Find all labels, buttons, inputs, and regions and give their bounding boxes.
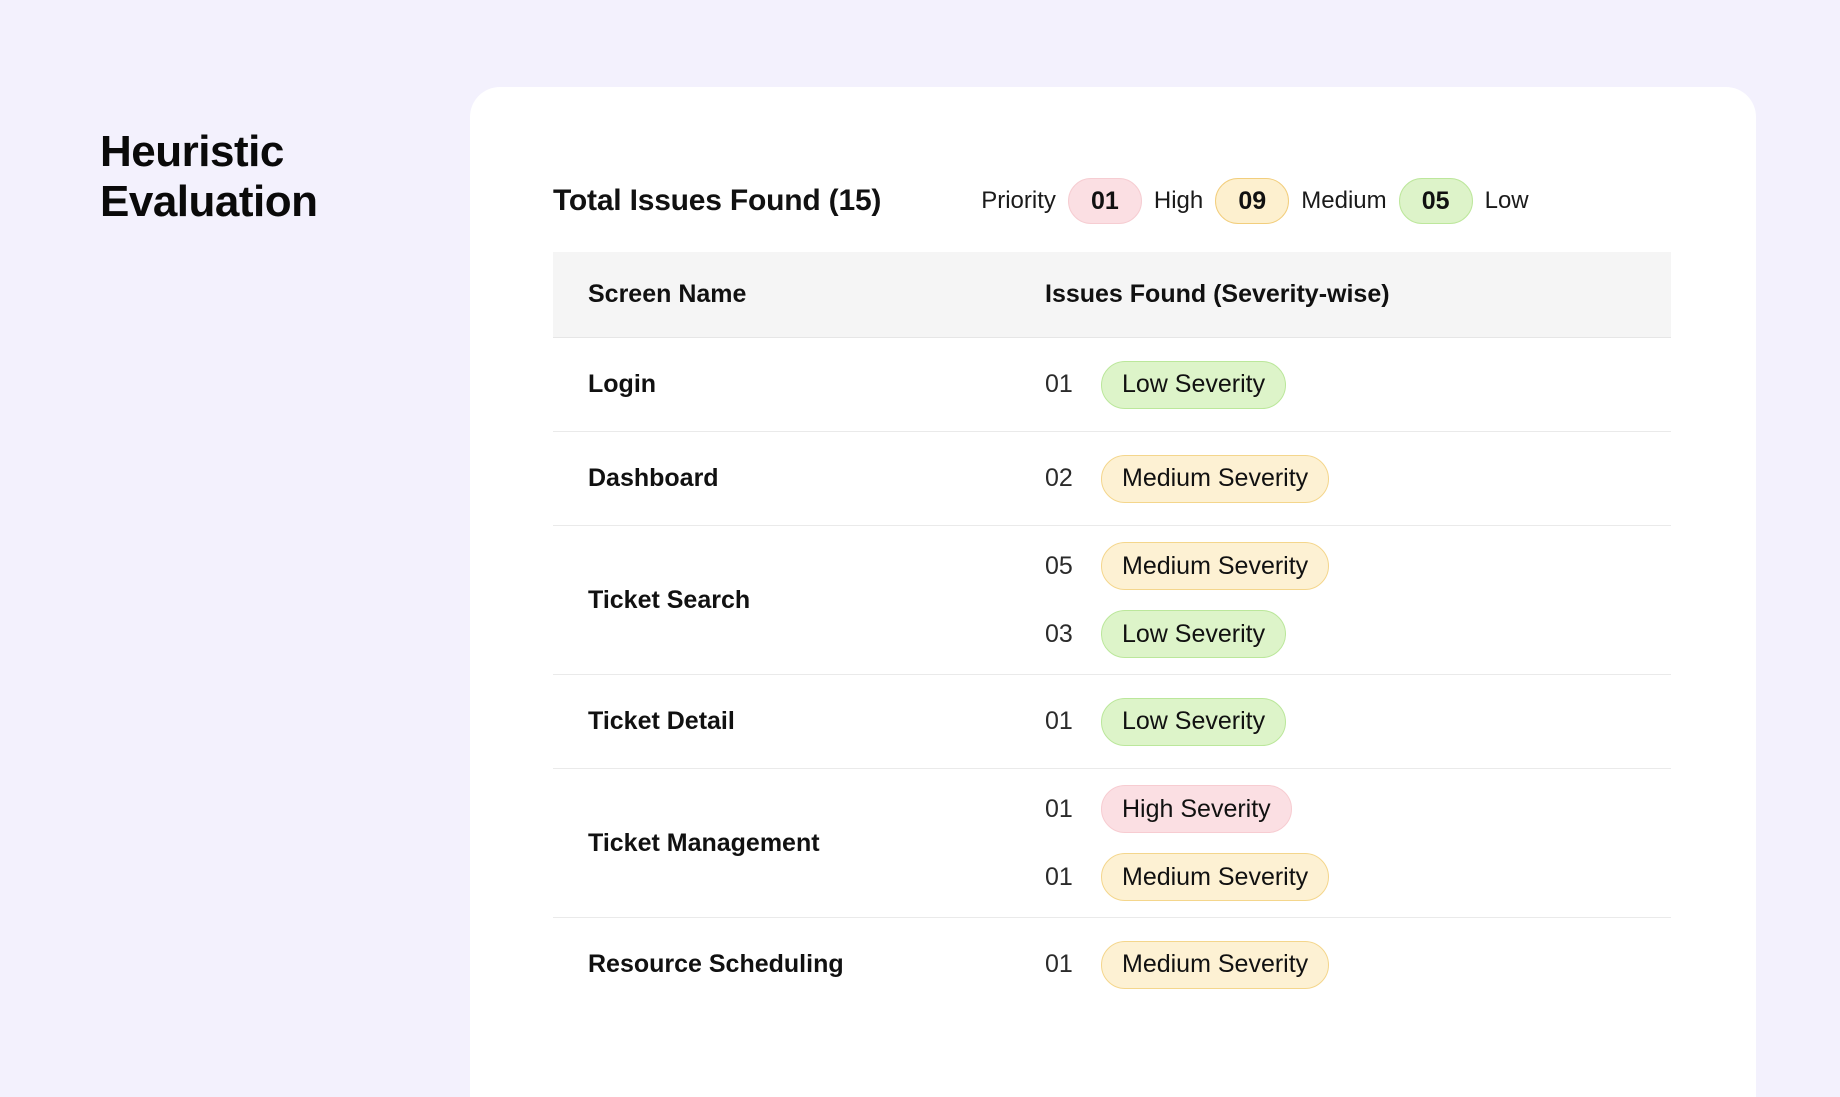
issue-entry: 01 Medium Severity: [1045, 853, 1671, 901]
issue-count: 01: [1045, 707, 1073, 735]
screen-name-cell: Ticket Detail: [588, 707, 735, 735]
severity-badge: Medium Severity: [1101, 542, 1330, 590]
severity-badge: Low Severity: [1101, 610, 1287, 658]
issue-count: 05: [1045, 551, 1073, 580]
severity-badge: Medium Severity: [1101, 853, 1330, 901]
issue-entry: 01 High Severity: [1045, 785, 1671, 833]
issues-cell: 01 Low Severity: [1045, 345, 1671, 425]
table-row: Resource Scheduling 01 Medium Severity: [553, 918, 1671, 1011]
table-row: Ticket Management 01 High Severity 01 Medium…: [553, 769, 1671, 918]
page-title: Heuristic Evaluation: [100, 127, 318, 226]
screen-name-cell: Login: [588, 370, 657, 398]
screen-name-cell: Ticket Management: [588, 828, 820, 857]
issue-entry: 01 Low Severity: [1045, 360, 1671, 409]
issue-count: 01: [1045, 950, 1073, 978]
issues-cell: 02 Medium Severity: [1045, 439, 1671, 519]
table-row: Ticket Search 05 Medium Severity 03 Low Seve…: [553, 526, 1671, 675]
screen-name-cell: Ticket Search: [588, 585, 751, 614]
issues-table: Screen Name Issues Found (Severity-wise)…: [553, 252, 1671, 1011]
issues-cell: 05 Medium Severity 03 Low Severity: [1045, 526, 1671, 674]
severity-badge: Low Severity: [1101, 697, 1287, 746]
issue-count: 01: [1045, 370, 1073, 398]
legend-label-low: Low: [1484, 187, 1529, 214]
issue-entry: 05 Medium Severity: [1045, 542, 1671, 590]
legend-count-high: 01: [1067, 178, 1142, 224]
table-row: Ticket Detail 01 Low Severity: [553, 675, 1671, 769]
legend-label-high: High: [1153, 187, 1204, 214]
issue-count: 01: [1045, 862, 1073, 891]
issues-cell: 01 High Severity 01 Medium Severity: [1045, 769, 1671, 917]
card-header: Total Issues Found (15) Priority 01 High…: [553, 175, 1756, 227]
severity-badge: Medium Severity: [1101, 454, 1330, 503]
issue-entry: 01 Medium Severity: [1045, 940, 1671, 989]
screen-name-cell: Dashboard: [588, 464, 719, 492]
issue-entry: 03 Low Severity: [1045, 610, 1671, 658]
legend-count-medium: 09: [1215, 178, 1290, 224]
priority-legend: Priority 01 High 09 Medium 05 Low: [981, 178, 1540, 224]
issue-count: 03: [1045, 619, 1073, 648]
total-issues-title: Total Issues Found (15): [553, 184, 882, 217]
priority-legend-label: Priority: [981, 187, 1056, 214]
issue-count: 01: [1045, 794, 1073, 823]
issue-entry: 01 Low Severity: [1045, 697, 1671, 746]
table-row: Dashboard 02 Medium Severity: [553, 432, 1671, 526]
table-row: Login 01 Low Severity: [553, 338, 1671, 432]
table-header-row: Screen Name Issues Found (Severity-wise): [553, 252, 1671, 338]
issues-cell: 01 Low Severity: [1045, 682, 1671, 762]
page-root: Heuristic Evaluation Total Issues Found …: [0, 0, 1840, 1097]
issues-card: Total Issues Found (15) Priority 01 High…: [470, 87, 1756, 1097]
severity-badge: Low Severity: [1101, 360, 1287, 409]
issue-entry: 02 Medium Severity: [1045, 454, 1671, 503]
severity-badge: Medium Severity: [1101, 940, 1330, 989]
column-header-screen-name: Screen Name: [588, 280, 747, 308]
screen-name-cell: Resource Scheduling: [588, 950, 844, 978]
table-body: Login 01 Low Severity Dashboard 02 Medium Sev…: [553, 338, 1671, 1011]
legend-count-low: 05: [1398, 178, 1473, 224]
legend-label-medium: Medium: [1301, 187, 1387, 214]
column-header-issues-found: Issues Found (Severity-wise): [1045, 280, 1390, 308]
issue-count: 02: [1045, 464, 1073, 492]
issues-cell: 01 Medium Severity: [1045, 925, 1671, 1005]
severity-badge: High Severity: [1101, 785, 1292, 833]
